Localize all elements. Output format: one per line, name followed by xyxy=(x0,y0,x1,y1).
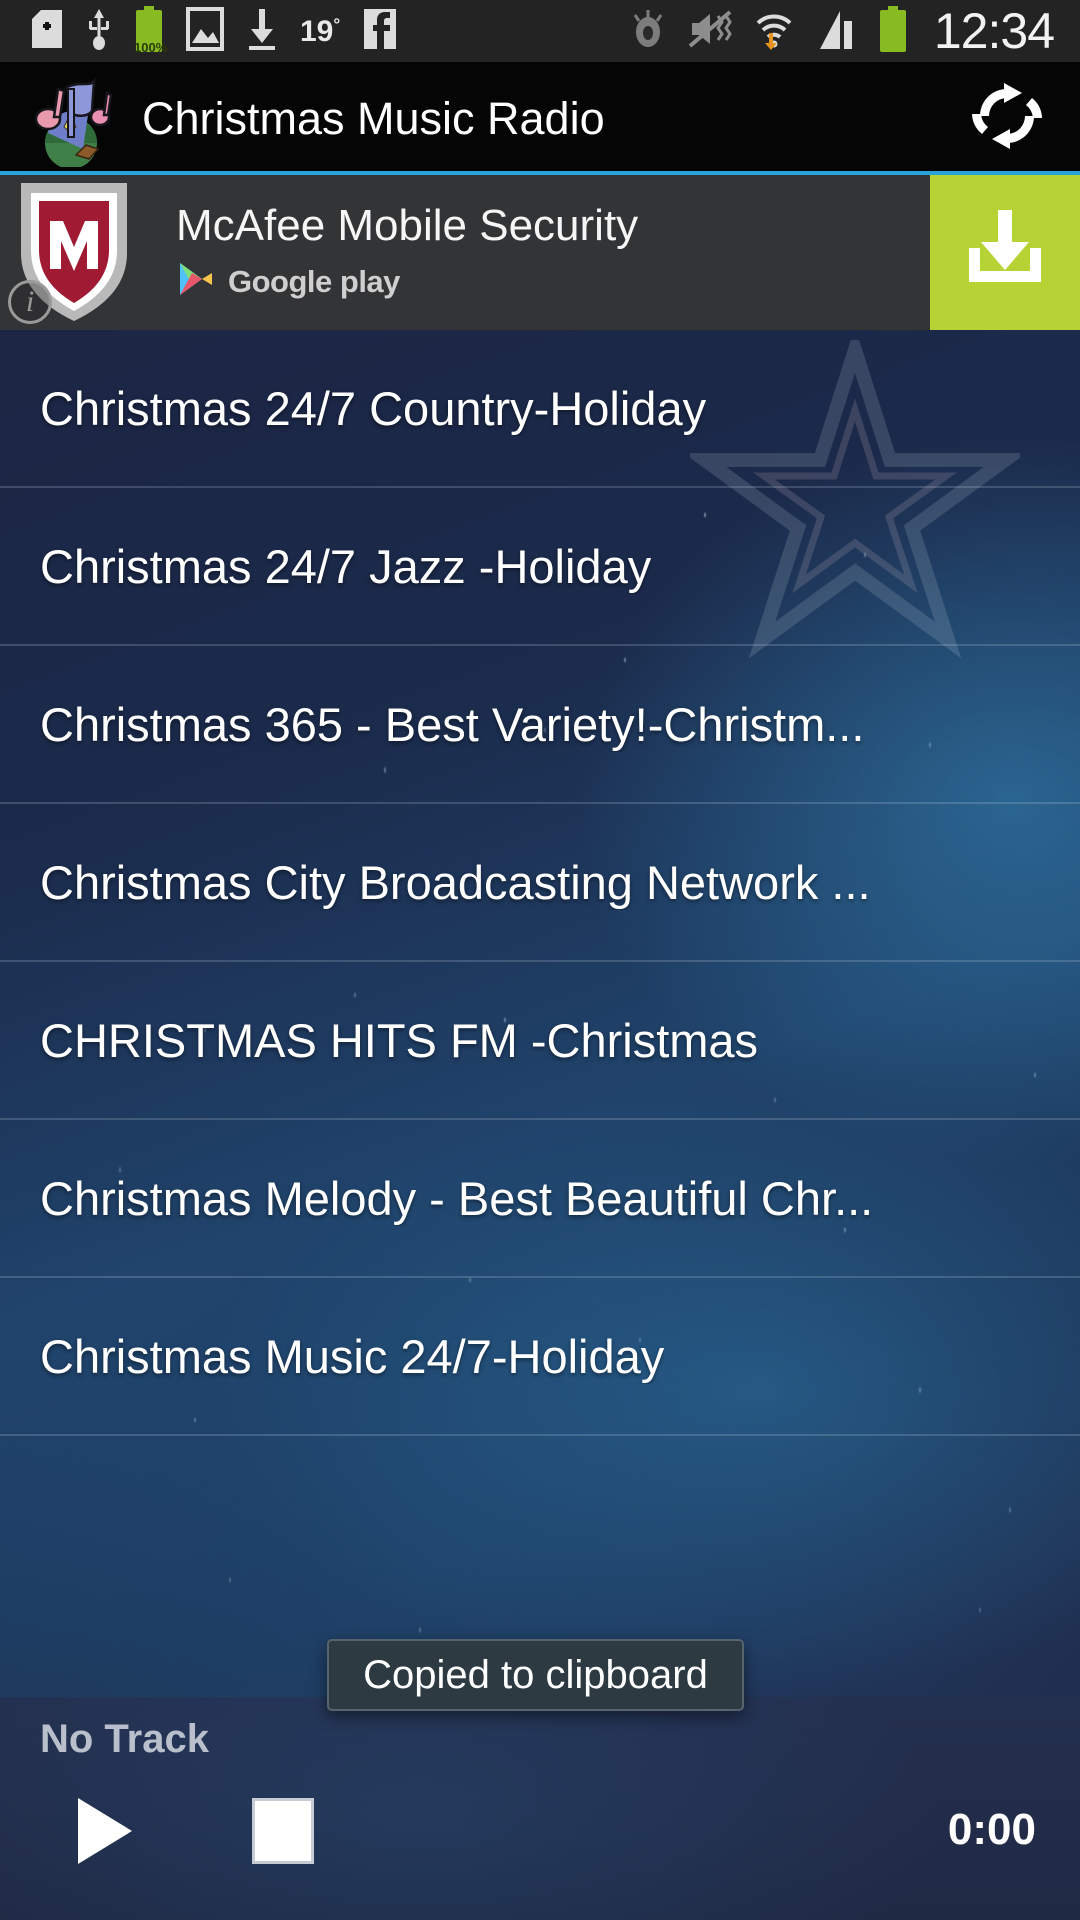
download-icon xyxy=(246,7,278,56)
list-item[interactable]: CHRISTMAS HITS FM -Christmas xyxy=(0,962,1080,1120)
weather-temp-icon: 19° xyxy=(300,14,341,48)
ad-text-block: McAfee Mobile Security Google play xyxy=(148,175,930,330)
phone-screen: 100% 19° 12:34 Christmas Music Radio i M… xyxy=(0,0,1080,1920)
sd-card-icon xyxy=(30,9,64,54)
app-action-bar: Christmas Music Radio xyxy=(0,62,1080,206)
ad-banner[interactable]: i McAfee Mobile Security Google play xyxy=(0,175,1080,330)
android-status-bar: 100% 19° 12:34 xyxy=(0,0,1080,62)
toast-message: Copied to clipboard xyxy=(363,1652,708,1697)
player-bar: No Track xyxy=(0,1697,1080,1920)
ad-info-badge[interactable]: i xyxy=(8,280,52,324)
station-name: Christmas Melody - Best Beautiful Chr... xyxy=(40,1171,874,1225)
refresh-icon xyxy=(968,81,1046,156)
list-item[interactable]: Christmas 24/7 Country-Holiday xyxy=(0,330,1080,488)
mute-vibrate-off-icon xyxy=(688,8,732,55)
station-name: Christmas 24/7 Country-Holiday xyxy=(40,381,707,435)
battery-charging-icon: 100% xyxy=(134,5,168,57)
page-title: Christmas Music Radio xyxy=(142,92,605,144)
list-item[interactable]: Christmas 365 - Best Variety!-Christm... xyxy=(0,646,1080,804)
play-button[interactable] xyxy=(72,1795,138,1867)
station-name: Christmas 365 - Best Variety!-Christm... xyxy=(40,697,865,751)
smart-stay-eye-icon xyxy=(628,8,668,55)
elapsed-time: 0:00 xyxy=(947,1805,1036,1854)
google-play-icon xyxy=(176,261,216,302)
refresh-button[interactable] xyxy=(952,62,1062,175)
battery-percent-label: 100% xyxy=(134,39,168,55)
list-item[interactable]: Christmas Melody - Best Beautiful Chr... xyxy=(0,1120,1080,1278)
station-name: Christmas 24/7 Jazz -Holiday xyxy=(40,539,652,593)
ad-store-label: Google play xyxy=(228,263,400,299)
list-item[interactable]: Christmas City Broadcasting Network ... xyxy=(0,804,1080,962)
usb-icon xyxy=(86,7,112,56)
cellular-signal-icon xyxy=(816,7,858,56)
toast-copied-to-clipboard: Copied to clipboard xyxy=(327,1639,744,1711)
wifi-transfer-icon xyxy=(752,7,796,56)
battery-icon xyxy=(878,5,908,57)
list-item[interactable]: Christmas Music 24/7-Holiday xyxy=(0,1278,1080,1436)
ad-download-button[interactable] xyxy=(930,175,1080,330)
station-name: Christmas City Broadcasting Network ... xyxy=(40,855,871,909)
status-bar-system-icons: 12:34 xyxy=(628,3,1080,59)
download-icon xyxy=(959,204,1051,301)
facebook-icon xyxy=(362,8,398,55)
advertiser-logo: i xyxy=(0,175,148,330)
station-rows: Christmas 24/7 Country-Holiday Christmas… xyxy=(0,330,1080,1436)
ad-title: McAfee Mobile Security xyxy=(176,200,639,250)
christmas-music-note-icon xyxy=(24,71,114,169)
track-status-label: No Track xyxy=(40,1717,209,1761)
stop-button[interactable] xyxy=(252,1798,314,1864)
list-item[interactable]: Christmas 24/7 Jazz -Holiday xyxy=(0,488,1080,646)
station-name: Christmas Music 24/7-Holiday xyxy=(40,1329,665,1383)
station-list[interactable]: Christmas 24/7 Country-Holiday Christmas… xyxy=(0,330,1080,1850)
ad-store-row: Google play xyxy=(176,261,930,302)
play-icon xyxy=(72,1798,138,1871)
screenshot-image-icon xyxy=(186,6,224,56)
status-bar-notification-icons: 100% 19° xyxy=(0,5,628,57)
status-bar-clock: 12:34 xyxy=(933,3,1055,59)
station-name: CHRISTMAS HITS FM -Christmas xyxy=(40,1013,759,1067)
